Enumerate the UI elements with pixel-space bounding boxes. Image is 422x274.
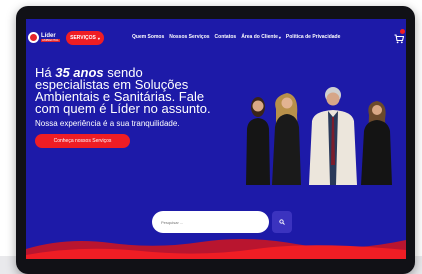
nav-item-nossos-servicos[interactable]: Nossos Serviços: [169, 34, 209, 40]
nav-item-quem-somos[interactable]: Quem Somos: [132, 34, 164, 40]
website-screen: Líder AMBIENTAL SERVIÇOS ▾ Quem Somos No…: [26, 19, 406, 259]
logo-text: Líder AMBIENTAL: [41, 33, 60, 42]
main-nav: Quem Somos Nossos Serviços Contatos Área…: [132, 34, 340, 40]
nav-item-area-do-cliente[interactable]: Área do Cliente ▾: [241, 34, 281, 40]
services-cta-label: Conheça nossos Serviços: [53, 138, 112, 144]
logo-subtitle: AMBIENTAL: [41, 37, 60, 42]
cart-badge: [400, 29, 405, 34]
nav-item-contatos[interactable]: Contatos: [215, 34, 237, 40]
hero-heading-line-4: com quem é Líder no assunto.: [35, 101, 211, 116]
services-cta-button[interactable]: Conheça nossos Serviços: [35, 134, 130, 148]
cart-icon: [394, 34, 405, 44]
nav-item-label: Política de Privacidade: [285, 34, 341, 40]
decorative-waves: [26, 238, 406, 259]
nav-item-label: Contatos: [214, 34, 237, 40]
services-menu-label: SERVIÇOS: [70, 35, 96, 41]
team-photo: [246, 87, 392, 185]
hero-tagline: Nossa experiência é a sua tranquilidade.: [35, 119, 180, 128]
services-menu-button[interactable]: SERVIÇOS ▾: [66, 31, 104, 45]
chevron-down-icon: ▾: [97, 35, 100, 41]
search-input[interactable]: [152, 211, 269, 233]
site-logo[interactable]: Líder AMBIENTAL: [28, 31, 62, 43]
nav-item-label: Nossos Serviços: [169, 34, 210, 40]
search-icon: [279, 219, 285, 225]
nav-item-label: Área do Cliente: [241, 34, 278, 40]
nav-item-politica-de-privacidade[interactable]: Política de Privacidade: [286, 34, 340, 40]
nav-item-label: Quem Somos: [132, 34, 165, 40]
search-button[interactable]: [272, 211, 292, 233]
cart-button[interactable]: [394, 29, 405, 44]
chevron-down-icon: ▾: [278, 34, 281, 40]
logo-mark-icon: [28, 31, 39, 43]
